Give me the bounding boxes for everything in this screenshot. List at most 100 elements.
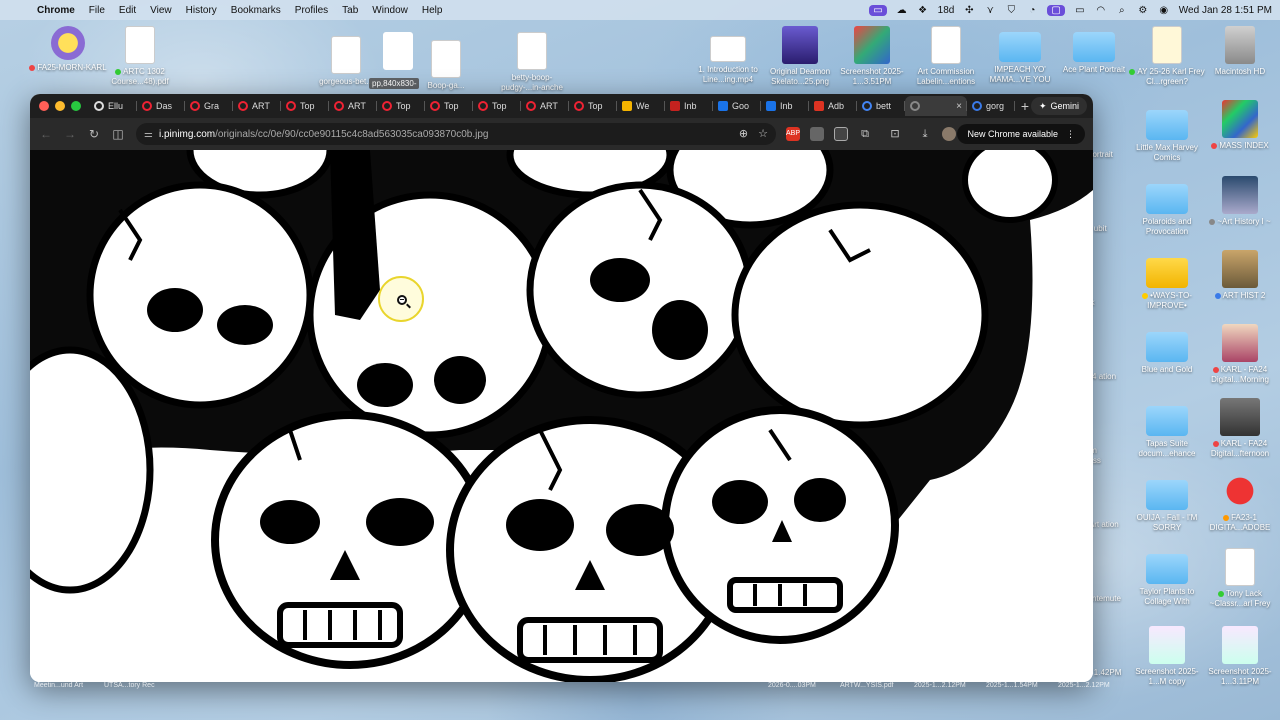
search-icon[interactable]: ⌕ [1116, 5, 1128, 16]
minimize-window-button[interactable] [55, 101, 65, 111]
browser-tab[interactable]: ART [329, 96, 377, 116]
browser-tab[interactable]: Top [425, 96, 473, 116]
forward-icon[interactable]: → [58, 127, 82, 141]
cast-icon[interactable]: ⊡ [888, 127, 902, 141]
desktop-icon[interactable]: ART HIST 2 [1200, 250, 1280, 301]
browser-tab[interactable]: Goo [713, 96, 761, 116]
menu-window[interactable]: Window [365, 5, 415, 16]
desktop-icon[interactable]: Blue and Gold [1127, 326, 1207, 375]
desktop-icon-label[interactable]: 2025-1...2.12PM [914, 682, 966, 689]
side-panel-icon[interactable]: ◫ [106, 127, 130, 141]
desktop-icon[interactable]: Screenshot 2025-1...3.11PM [1200, 626, 1280, 687]
desktop-icon[interactable]: OUIJA - Fall - I'M SORRY [1127, 474, 1207, 533]
more-menu-icon[interactable]: ⋮ [1066, 129, 1075, 140]
desktop-icon[interactable]: Taylor Plants to Collage With [1127, 548, 1207, 607]
desktop-icon[interactable]: ARTC 1302 Course...48).pdf [100, 26, 180, 87]
desktop-icon[interactable]: MASS INDEX [1200, 100, 1280, 151]
desktop-icon-label[interactable]: 2025-1...2.12PM [1058, 682, 1110, 689]
menu-file[interactable]: File [82, 5, 112, 16]
close-tab-icon[interactable]: × [956, 101, 962, 112]
browser-tab[interactable]: gorg [967, 96, 1015, 116]
siri-icon[interactable]: ◉ [1158, 5, 1170, 16]
desktop-icon-label[interactable]: ARTW...YSIS.pdf [840, 682, 894, 689]
desktop-icon[interactable]: Tony Lack ~Classr...arl Frey [1200, 548, 1280, 609]
pinwheel-icon[interactable]: ✣ [963, 5, 975, 16]
menu-tab[interactable]: Tab [335, 5, 365, 16]
menu-app-name[interactable]: Chrome [30, 5, 82, 16]
desktop-icon-label[interactable]: 2025-1...1.54PM [986, 682, 1038, 689]
desktop-icon[interactable]: KARL - FA24 Digital...Morning [1200, 324, 1280, 385]
browser-tab[interactable]: Das [137, 96, 185, 116]
browser-tab[interactable]: Ellu [89, 96, 137, 116]
menu-edit[interactable]: Edit [112, 5, 143, 16]
creative-cloud-icon[interactable]: ☁ [896, 5, 908, 16]
desktop-icon-label[interactable]: Meetin...und Art [34, 682, 83, 689]
browser-tab[interactable]: ART [521, 96, 569, 116]
back-icon[interactable]: ← [34, 127, 58, 141]
browser-tab-active[interactable]: × [905, 96, 967, 116]
browser-tab[interactable]: Inb [761, 96, 809, 116]
browser-tab[interactable]: Top [281, 96, 329, 116]
site-info-icon[interactable]: ⚌ [144, 129, 153, 140]
desktop-icon[interactable]: AY 25-26 Karl Frey Cl...rgreen? [1127, 26, 1207, 87]
browser-tab[interactable]: Inb [665, 96, 713, 116]
desktop-icon[interactable]: Art Commission Labelin...entions [906, 26, 986, 87]
desktop-icon[interactable]: KARL - FA24 Digital...fternoon [1200, 398, 1280, 459]
desktop-icon-label[interactable]: UTSA...tory Rec [104, 682, 155, 689]
desktop-icon-label[interactable]: 2026-0....03PM [768, 682, 816, 689]
calendar-badge[interactable]: 18d [938, 5, 955, 16]
screen-mirror-icon[interactable]: ▢ [1047, 4, 1065, 16]
desktop-icon[interactable]: Original Deamon Skelato...25.png [760, 26, 840, 87]
browser-tab[interactable]: We [617, 96, 665, 116]
desktop-icon[interactable]: IMPEACH YO' MAMA...VE YOU [980, 26, 1060, 85]
menu-view[interactable]: View [143, 5, 179, 16]
adblock-extension-icon[interactable]: ABP [786, 127, 800, 141]
browser-tab[interactable]: Top [569, 96, 617, 116]
desktop-icon[interactable]: Macintosh HD [1200, 26, 1280, 77]
desktop-icon[interactable]: •WAYS-TO-IMPROVE• [1127, 252, 1207, 311]
desktop-icon[interactable]: FA25-MORN-KARL [28, 26, 108, 73]
reader-icon[interactable] [834, 127, 848, 141]
desktop-icon[interactable]: 1. Introduction to Line...ing.mp4 [688, 30, 768, 85]
browser-tab[interactable]: bett [857, 96, 905, 116]
desktop-icon[interactable]: Polaroids and Provocation [1127, 178, 1207, 237]
new-chrome-available-button[interactable]: New Chrome available ⋮ [957, 124, 1085, 144]
battery-icon[interactable]: ▭ [1074, 5, 1086, 16]
browser-tab[interactable]: Top [377, 96, 425, 116]
browser-tab[interactable]: Adb [809, 96, 857, 116]
menu-help[interactable]: Help [415, 5, 450, 16]
address-bar[interactable]: ⚌ i.pinimg.com/originals/cc/0e/90/cc0e90… [136, 123, 776, 145]
time-machine-icon[interactable]: ◔ [1026, 5, 1038, 16]
bookmark-star-icon[interactable]: ☆ [758, 127, 768, 140]
browser-tab[interactable]: Gra [185, 96, 233, 116]
menu-bar-clock[interactable]: Wed Jan 28 1:51 PM [1179, 5, 1272, 16]
dropbox-icon[interactable]: ❖ [917, 5, 929, 16]
desktop-icon[interactable]: Tapas Suite docum...ehance [1127, 400, 1207, 459]
desktop-icon[interactable]: Ace Plant Portrait [1054, 26, 1134, 75]
menu-profiles[interactable]: Profiles [288, 5, 335, 16]
desktop-icon[interactable]: betty-boop-pudgy-...in-anche [492, 32, 572, 93]
desktop-icon[interactable]: Screenshot 2025-1...M copy [1127, 626, 1207, 687]
control-center-icon[interactable]: ⚙ [1137, 5, 1149, 16]
menu-history[interactable]: History [179, 5, 224, 16]
extensions-puzzle-icon[interactable]: ⧉ [858, 127, 872, 141]
reload-icon[interactable]: ↻ [82, 127, 106, 141]
download-icon[interactable]: ⤓ [918, 127, 932, 141]
desktop-icon[interactable]: Little Max Harvey Comics [1127, 104, 1207, 163]
browser-tab[interactable]: ART [233, 96, 281, 116]
security-icon[interactable]: ⛉ [1005, 5, 1017, 16]
zoom-window-button[interactable] [71, 101, 81, 111]
gemini-button[interactable]: ✦ Gemini [1030, 97, 1087, 115]
wifi-icon[interactable]: ◠ [1095, 5, 1107, 16]
image-viewport[interactable] [30, 150, 1093, 682]
extension-icon[interactable] [810, 127, 824, 141]
desktop-icon[interactable]: Screenshot 2025-1...3.51PM [832, 26, 912, 87]
close-window-button[interactable] [39, 101, 49, 111]
profile-avatar[interactable] [942, 127, 956, 141]
zoom-icon[interactable]: ⊕ [739, 127, 748, 140]
menu-bookmarks[interactable]: Bookmarks [224, 5, 288, 16]
vpn-icon[interactable]: ⋎ [984, 5, 996, 16]
browser-tab[interactable]: Top [473, 96, 521, 116]
desktop-icon[interactable]: ~Art History I ~ [1200, 176, 1280, 227]
desktop-icon[interactable]: FA23-1 DIGITA...ADOBE [1200, 472, 1280, 533]
